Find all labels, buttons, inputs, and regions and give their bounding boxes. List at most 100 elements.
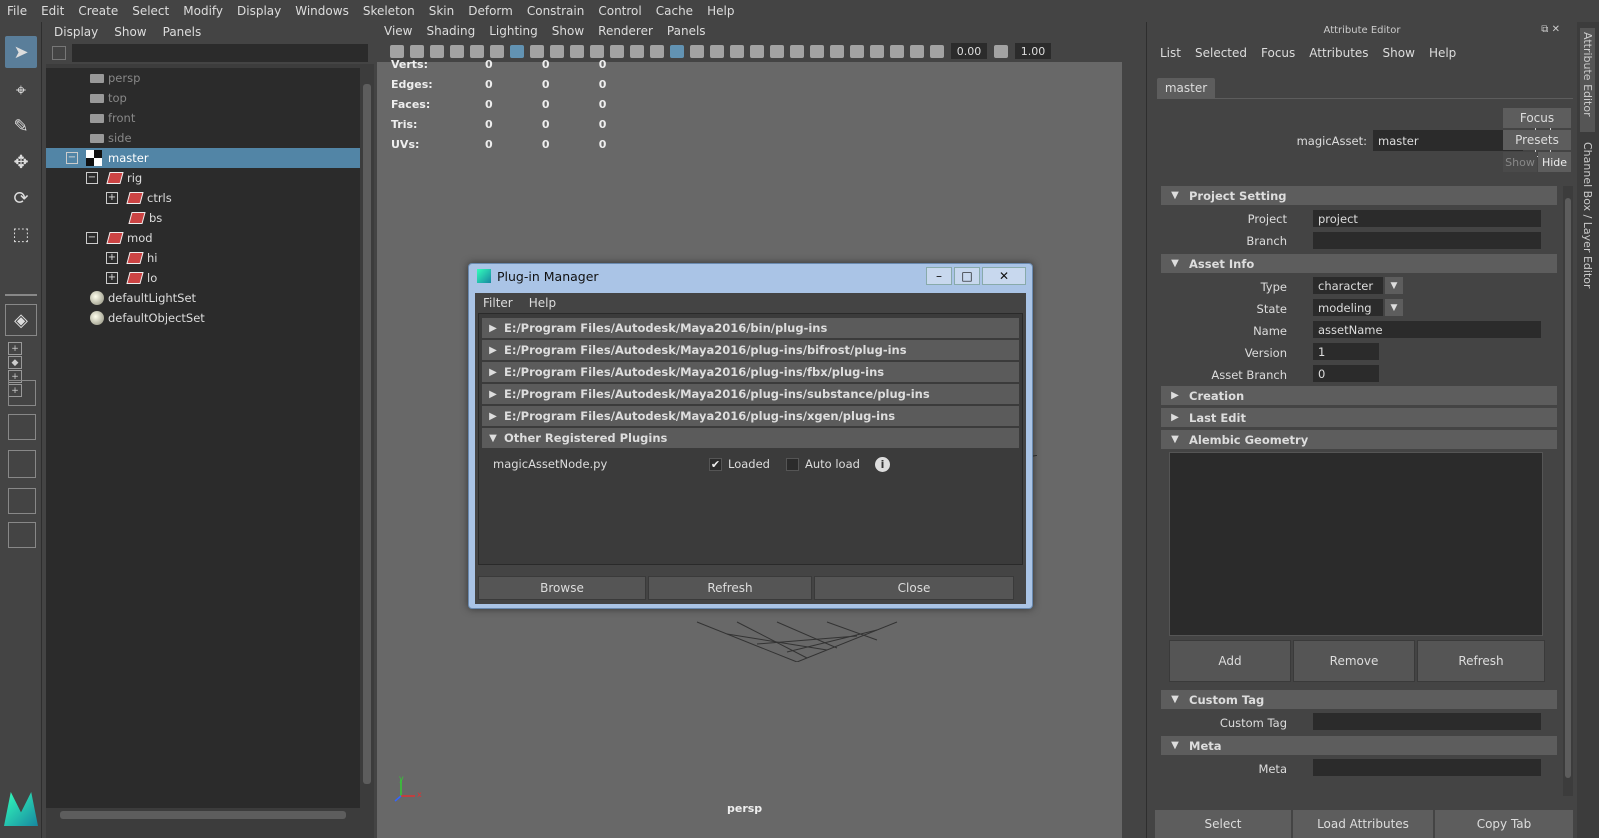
collapse-icon[interactable]: − bbox=[66, 152, 78, 164]
ae-menu-selected[interactable]: Selected bbox=[1188, 46, 1254, 60]
menu-select[interactable]: Select bbox=[125, 4, 176, 18]
expand-arrow-icon[interactable]: ▶ bbox=[482, 411, 504, 422]
outliner-item-hi[interactable]: + hi bbox=[46, 248, 360, 268]
outliner-horizontal-scrollbar[interactable] bbox=[46, 808, 360, 822]
section-asset-info[interactable]: ▼ Asset Info bbox=[1161, 254, 1557, 273]
vp-menu-shading[interactable]: Shading bbox=[419, 24, 482, 38]
expand-arrow-icon[interactable]: ▶ bbox=[482, 345, 504, 356]
xray-joints-icon[interactable] bbox=[890, 44, 904, 58]
graph-layout-icon[interactable] bbox=[8, 414, 36, 440]
textured-icon[interactable] bbox=[710, 44, 724, 58]
custom-tag-field[interactable] bbox=[1313, 713, 1541, 730]
vp-menu-show[interactable]: Show bbox=[545, 24, 591, 38]
expand-icon[interactable]: + bbox=[106, 272, 118, 284]
section-last-edit[interactable]: ▶ Last Edit bbox=[1161, 408, 1557, 427]
menu-file[interactable]: File bbox=[0, 4, 34, 18]
outliner-item-master[interactable]: − master bbox=[46, 148, 360, 168]
branch-field[interactable] bbox=[1313, 232, 1541, 249]
anti-alias-icon[interactable] bbox=[810, 44, 824, 58]
hide-button[interactable]: Hide bbox=[1538, 152, 1571, 172]
plugin-path-row[interactable]: ▶ E:/Program Files/Autodesk/Maya2016/plug… bbox=[482, 384, 1019, 404]
asset-branch-field[interactable]: 0 bbox=[1313, 365, 1379, 382]
safe-title-icon[interactable] bbox=[630, 44, 644, 58]
outliner-item-rig[interactable]: − rig bbox=[46, 168, 360, 188]
camera-icon[interactable] bbox=[390, 44, 404, 58]
menu-create[interactable]: Create bbox=[71, 4, 125, 18]
select-tool-icon[interactable]: ➤ bbox=[5, 36, 37, 68]
single-layout-icon[interactable]: ◈ bbox=[5, 304, 37, 336]
outliner-item-bs[interactable]: bs bbox=[46, 208, 360, 228]
maximize-icon[interactable]: □ bbox=[954, 267, 980, 285]
custom-layout-icon[interactable] bbox=[8, 522, 36, 548]
alembic-geometry-list[interactable] bbox=[1169, 452, 1543, 636]
wireframe-icon[interactable] bbox=[650, 44, 664, 58]
filter-icon[interactable] bbox=[52, 46, 66, 60]
menu-skin[interactable]: Skin bbox=[422, 4, 462, 18]
plugin-path-row[interactable]: ▶ E:/Program Files/Autodesk/Maya2016/plug… bbox=[482, 340, 1019, 360]
type-dropdown[interactable]: character bbox=[1313, 277, 1383, 294]
autoload-checkbox[interactable] bbox=[786, 457, 799, 471]
plugin-path-row[interactable]: ▶ E:/Program Files/Autodesk/Maya2016/plug… bbox=[482, 362, 1019, 382]
outliner-item-mod[interactable]: − mod bbox=[46, 228, 360, 248]
tab-attribute-editor[interactable]: Attribute Editor bbox=[1580, 28, 1595, 132]
presets-button[interactable]: Presets bbox=[1503, 130, 1571, 150]
copy-tab-button[interactable]: Copy Tab bbox=[1435, 810, 1573, 838]
image-plane-icon[interactable] bbox=[450, 44, 464, 58]
section-creation[interactable]: ▶ Creation bbox=[1161, 386, 1557, 405]
shadows-icon[interactable] bbox=[750, 44, 764, 58]
grid-icon[interactable] bbox=[510, 44, 524, 58]
vp-menu-panels[interactable]: Panels bbox=[660, 24, 713, 38]
hypershade-layout-icon[interactable] bbox=[8, 488, 36, 514]
exposure-icon[interactable] bbox=[930, 44, 944, 58]
outliner-menu-display[interactable]: Display bbox=[46, 25, 106, 39]
plugin-path-row[interactable]: ▶ E:/Program Files/Autodesk/Maya2016/plug… bbox=[482, 406, 1019, 426]
menu-windows[interactable]: Windows bbox=[288, 4, 356, 18]
outliner-item-front[interactable]: front bbox=[46, 108, 360, 128]
menu-deform[interactable]: Deform bbox=[461, 4, 520, 18]
menu-skeleton[interactable]: Skeleton bbox=[356, 4, 422, 18]
expand-icon[interactable]: + bbox=[106, 252, 118, 264]
meta-field[interactable] bbox=[1313, 759, 1541, 776]
vp-menu-lighting[interactable]: Lighting bbox=[482, 24, 545, 38]
safe-action-icon[interactable] bbox=[610, 44, 624, 58]
gamma-field[interactable]: 1.00 bbox=[1015, 43, 1051, 59]
outliner-vertical-scrollbar[interactable] bbox=[360, 68, 374, 808]
two-layout-icon[interactable] bbox=[8, 380, 36, 406]
resolution-gate-icon[interactable] bbox=[550, 44, 564, 58]
show-button[interactable]: Show bbox=[1503, 152, 1537, 172]
tab-channel-box[interactable]: Channel Box / Layer Editor bbox=[1580, 138, 1595, 298]
motion-blur-icon[interactable] bbox=[790, 44, 804, 58]
menu-modify[interactable]: Modify bbox=[176, 4, 230, 18]
ae-menu-attributes[interactable]: Attributes bbox=[1302, 46, 1375, 60]
lights-icon[interactable] bbox=[730, 44, 744, 58]
move-tool-icon[interactable]: ✥ bbox=[5, 146, 37, 178]
outliner-item-side[interactable]: side bbox=[46, 128, 360, 148]
menu-cache[interactable]: Cache bbox=[649, 4, 700, 18]
chevron-down-icon[interactable]: ▼ bbox=[1385, 299, 1403, 316]
ambient-occlusion-icon[interactable] bbox=[770, 44, 784, 58]
outliner-item-persp[interactable]: persp bbox=[46, 68, 360, 88]
collapse-icon[interactable]: − bbox=[86, 232, 98, 244]
expand-arrow-icon[interactable]: ▶ bbox=[482, 389, 504, 400]
chevron-down-icon[interactable]: ▼ bbox=[1385, 277, 1403, 294]
depth-of-field-icon[interactable] bbox=[830, 44, 844, 58]
outliner-item-top[interactable]: top bbox=[46, 88, 360, 108]
section-custom-tag[interactable]: ▼ Custom Tag bbox=[1161, 690, 1557, 709]
field-chart-icon[interactable] bbox=[590, 44, 604, 58]
plugin-manager-titlebar[interactable]: Plug-in Manager – □ ✕ bbox=[469, 264, 1032, 288]
menu-constrain[interactable]: Constrain bbox=[520, 4, 592, 18]
gamma-icon[interactable] bbox=[994, 44, 1008, 58]
expand-arrow-icon[interactable]: ▶ bbox=[482, 367, 504, 378]
outliner-menu-panels[interactable]: Panels bbox=[155, 25, 210, 39]
xray-components-icon[interactable] bbox=[910, 44, 924, 58]
outliner-item-ctrls[interactable]: + ctrls bbox=[46, 188, 360, 208]
version-field[interactable]: 1 bbox=[1313, 343, 1379, 360]
smooth-shade-icon[interactable] bbox=[670, 44, 684, 58]
plugin-menu-help[interactable]: Help bbox=[521, 296, 564, 310]
default-material-icon[interactable] bbox=[690, 44, 704, 58]
ae-menu-show[interactable]: Show bbox=[1376, 46, 1422, 60]
add-button[interactable]: Add bbox=[1169, 640, 1291, 682]
outliner-item-defaultlightset[interactable]: defaultLightSet bbox=[46, 288, 360, 308]
scroll-thumb[interactable] bbox=[60, 811, 346, 819]
expand-icon[interactable]: + bbox=[106, 192, 118, 204]
